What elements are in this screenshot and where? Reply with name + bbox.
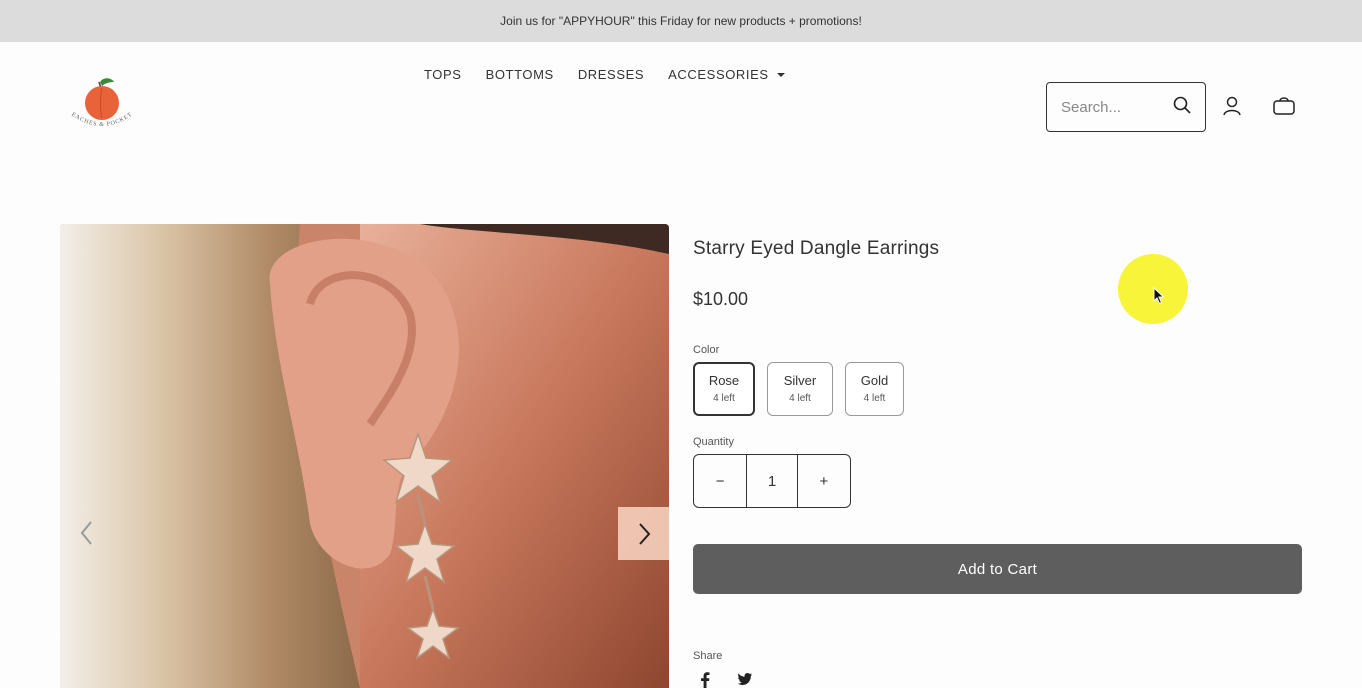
nav-item-accessories[interactable]: ACCESSORIES xyxy=(668,67,785,82)
chevron-right-icon xyxy=(638,522,650,545)
search-box xyxy=(1046,82,1206,132)
main-nav: TOPS BOTTOMS DRESSES ACCESSORIES xyxy=(424,67,785,82)
quantity-label: Quantity xyxy=(693,436,734,448)
next-image-button[interactable] xyxy=(618,507,669,560)
add-to-cart-button[interactable]: Add to Cart xyxy=(693,544,1302,594)
prev-image-button[interactable] xyxy=(76,518,98,548)
color-option-silver[interactable]: Silver 4 left xyxy=(767,362,833,416)
add-to-cart-label: Add to Cart xyxy=(957,560,1038,578)
quantity-value[interactable]: 1 xyxy=(746,455,798,507)
color-option-gold[interactable]: Gold 4 left xyxy=(845,362,904,416)
search-input[interactable] xyxy=(1061,98,1165,116)
product-title: Starry Eyed Dangle Earrings xyxy=(693,238,940,259)
mouse-cursor-icon xyxy=(1153,286,1165,310)
twitter-icon[interactable] xyxy=(738,672,752,688)
announcement-bar: Join us for "APPYHOUR" this Friday for n… xyxy=(0,0,1362,42)
color-option-name: Rose xyxy=(708,373,740,388)
quantity-increase-button[interactable]: + xyxy=(798,455,850,507)
earring-photo xyxy=(60,224,669,688)
color-option-name: Silver xyxy=(783,373,817,388)
color-option-name: Gold xyxy=(860,373,889,388)
cart-icon[interactable] xyxy=(1273,96,1295,121)
nav-item-bottoms[interactable]: BOTTOMS xyxy=(486,67,554,82)
peach-logo-icon: PEACHES & POCKETS xyxy=(60,72,133,128)
search-icon[interactable] xyxy=(1173,96,1191,119)
quantity-decrease-button[interactable]: − xyxy=(694,455,746,507)
nav-item-accessories-label: ACCESSORIES xyxy=(668,67,769,82)
announcement-text: Join us for "APPYHOUR" this Friday for n… xyxy=(500,14,862,28)
nav-item-tops[interactable]: TOPS xyxy=(424,67,462,82)
nav-item-dresses[interactable]: DRESSES xyxy=(578,67,644,82)
facebook-icon[interactable] xyxy=(700,672,710,688)
color-option-stock: 4 left xyxy=(863,393,886,404)
color-option-stock: 4 left xyxy=(713,393,735,404)
product-price: $10.00 xyxy=(693,289,749,309)
share-label: Share xyxy=(693,650,723,662)
chevron-down-icon xyxy=(776,72,785,77)
quantity-stepper: − 1 + xyxy=(693,454,851,508)
chevron-left-icon xyxy=(80,521,92,545)
product-image[interactable] xyxy=(60,224,669,688)
color-label: Color xyxy=(693,344,720,356)
brand-logo[interactable]: PEACHES & POCKETS xyxy=(60,72,142,138)
color-option-rose[interactable]: Rose 4 left xyxy=(693,362,755,416)
color-option-stock: 4 left xyxy=(789,393,811,404)
account-icon[interactable] xyxy=(1223,96,1241,121)
